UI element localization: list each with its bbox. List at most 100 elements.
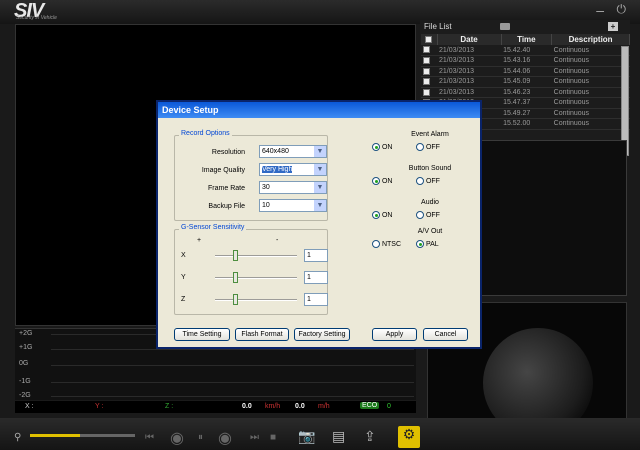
next-icon[interactable]: ⏭ <box>250 432 259 443</box>
row-description: Continuous <box>551 45 630 56</box>
power-icon[interactable]: ⏻ <box>617 2 627 17</box>
backup-file-select[interactable]: 10 ▼ <box>259 199 327 212</box>
print-icon[interactable]: ▤ <box>332 428 345 445</box>
row-description: Continuous <box>551 97 630 109</box>
file-row[interactable]: 21/03/2013 15.46.23 Continuous <box>421 87 630 98</box>
button-sound-title: Button Sound <box>408 165 452 172</box>
playback-controls: ⚲ ⏮ ◉ ⏸ ◉ ⏭ ■ 📷 ▤ ⇪ ⚙ <box>0 418 640 450</box>
g-sensor-group: G-Sensor Sensitivity + - X 1 Y 1 Z 1 <box>174 224 328 315</box>
row-time: 15.43.16 <box>501 55 552 67</box>
folder-icon[interactable] <box>500 23 510 30</box>
speed-unit: km/h <box>265 403 281 410</box>
slider-thumb[interactable] <box>232 294 238 305</box>
row-time: 15.49.27 <box>501 108 552 119</box>
column-description[interactable]: Description <box>551 34 630 45</box>
audio-on[interactable]: ON <box>372 211 392 219</box>
audio-off[interactable]: OFF <box>416 211 440 219</box>
sensitivity-value-field[interactable]: 1 <box>304 271 328 284</box>
axis-label: X <box>181 252 186 259</box>
row-checkbox[interactable] <box>421 45 437 56</box>
button-sound-off[interactable]: OFF <box>416 177 440 185</box>
file-list-title: File List <box>424 22 452 31</box>
time-setting-button[interactable]: Time Setting <box>174 328 230 341</box>
sensitivity-value-field[interactable]: 1 <box>304 293 328 306</box>
save-icon[interactable]: ⇪ <box>364 428 376 445</box>
flash-format-button[interactable]: Flash Format <box>235 328 289 341</box>
event-alarm-on[interactable]: ON <box>372 143 392 151</box>
axis-label: Y <box>181 274 186 281</box>
backup-file-label: Backup File <box>208 203 245 210</box>
row-description: Continuous <box>551 76 630 88</box>
sensitivity-minus-label: - <box>276 237 279 244</box>
sensitivity-value-field[interactable]: 1 <box>304 249 328 262</box>
prev-icon[interactable]: ⏮ <box>145 432 154 443</box>
pause-icon[interactable]: ⏸ <box>198 432 203 443</box>
column-date[interactable]: Date <box>437 34 502 45</box>
resolution-label: Resolution <box>211 149 245 156</box>
settings-icon[interactable]: ⚙ <box>398 426 420 448</box>
resolution-select[interactable]: 640x480 ▼ <box>259 145 327 158</box>
graph-label-minus1g: -1G <box>19 378 31 385</box>
event-alarm-title: Event Alarm <box>411 131 449 138</box>
av-out-pal[interactable]: PAL <box>416 240 439 248</box>
file-row[interactable]: 21/03/2013 15.44.06 Continuous <box>421 66 630 77</box>
chevron-down-icon: ▼ <box>314 146 326 157</box>
sensitivity-slider[interactable] <box>215 294 297 305</box>
event-alarm-off[interactable]: OFF <box>416 143 440 151</box>
add-file-icon[interactable]: + <box>608 22 618 31</box>
factory-setting-button[interactable]: Factory Setting <box>294 328 350 341</box>
row-checkbox[interactable] <box>421 87 437 98</box>
slider-thumb[interactable] <box>232 272 238 283</box>
cancel-button[interactable]: Cancel <box>423 328 468 341</box>
slider-thumb[interactable] <box>232 250 238 261</box>
image-quality-select[interactable]: Very High ▼ <box>259 163 327 176</box>
select-all-checkbox[interactable] <box>421 34 438 45</box>
timeline-bar[interactable] <box>30 434 135 437</box>
sensitivity-slider[interactable] <box>215 250 297 261</box>
chevron-down-icon: ▼ <box>314 164 326 175</box>
apply-button[interactable]: Apply <box>372 328 417 341</box>
column-time[interactable]: Time <box>501 34 553 45</box>
row-description: Continuous <box>551 87 630 98</box>
graph-label-plus1g: +1G <box>19 344 33 351</box>
rewind-icon[interactable]: ◉ <box>170 428 184 448</box>
row-time: 15.42.40 <box>501 45 552 56</box>
row-description: Continuous <box>551 66 630 77</box>
row-description: Continuous <box>551 55 630 67</box>
sensitivity-slider[interactable] <box>215 272 297 283</box>
file-row[interactable]: 21/03/2013 15.45.09 Continuous <box>421 76 630 88</box>
file-row[interactable]: 21/03/2013 15.43.16 Continuous <box>421 55 630 67</box>
bicycle-icon: ⚲ <box>14 432 22 443</box>
row-description: Continuous <box>551 118 630 130</box>
sensitivity-plus-label: + <box>197 237 202 244</box>
row-time: 15.44.06 <box>501 66 552 77</box>
row-time: 15.45.09 <box>501 76 552 88</box>
row-date: 21/03/2013 <box>437 76 502 88</box>
stop-icon[interactable]: ■ <box>270 432 276 443</box>
app-tagline: Security in Vehicle <box>16 15 57 21</box>
av-out-title: A/V Out <box>417 228 443 235</box>
av-out-ntsc[interactable]: NTSC <box>372 240 401 248</box>
graph-label-minus2g: -2G <box>19 392 31 399</box>
chevron-down-icon: ▼ <box>314 182 326 193</box>
button-sound-on[interactable]: ON <box>372 177 392 185</box>
camera-icon[interactable]: 📷 <box>298 428 315 445</box>
minimize-icon[interactable]: – <box>596 2 604 18</box>
forward-icon[interactable]: ◉ <box>218 428 232 448</box>
row-checkbox[interactable] <box>421 66 437 77</box>
frame-rate-select[interactable]: 30 ▼ <box>259 181 327 194</box>
file-row[interactable]: 21/03/2013 15.42.40 Continuous <box>421 45 630 56</box>
sensor-readout: X : Y : Z : 0.0 km/h 0.0 m/h ECO 0 <box>15 401 416 413</box>
row-checkbox[interactable] <box>421 55 437 67</box>
row-checkbox[interactable] <box>421 76 437 88</box>
record-options-group: Record Options Resolution 640x480 ▼ Image… <box>174 130 328 221</box>
record-options-title: Record Options <box>179 130 232 137</box>
row-date: 21/03/2013 <box>437 55 502 67</box>
frame-rate-label: Frame Rate <box>208 185 245 192</box>
row-time: 15.47.37 <box>501 97 552 109</box>
x-label: X : <box>25 403 34 410</box>
eco-badge: ECO <box>360 402 380 409</box>
axis-label: Z <box>181 296 186 303</box>
distance-unit: m/h <box>318 403 330 410</box>
g-sensor-title: G-Sensor Sensitivity <box>179 224 247 231</box>
